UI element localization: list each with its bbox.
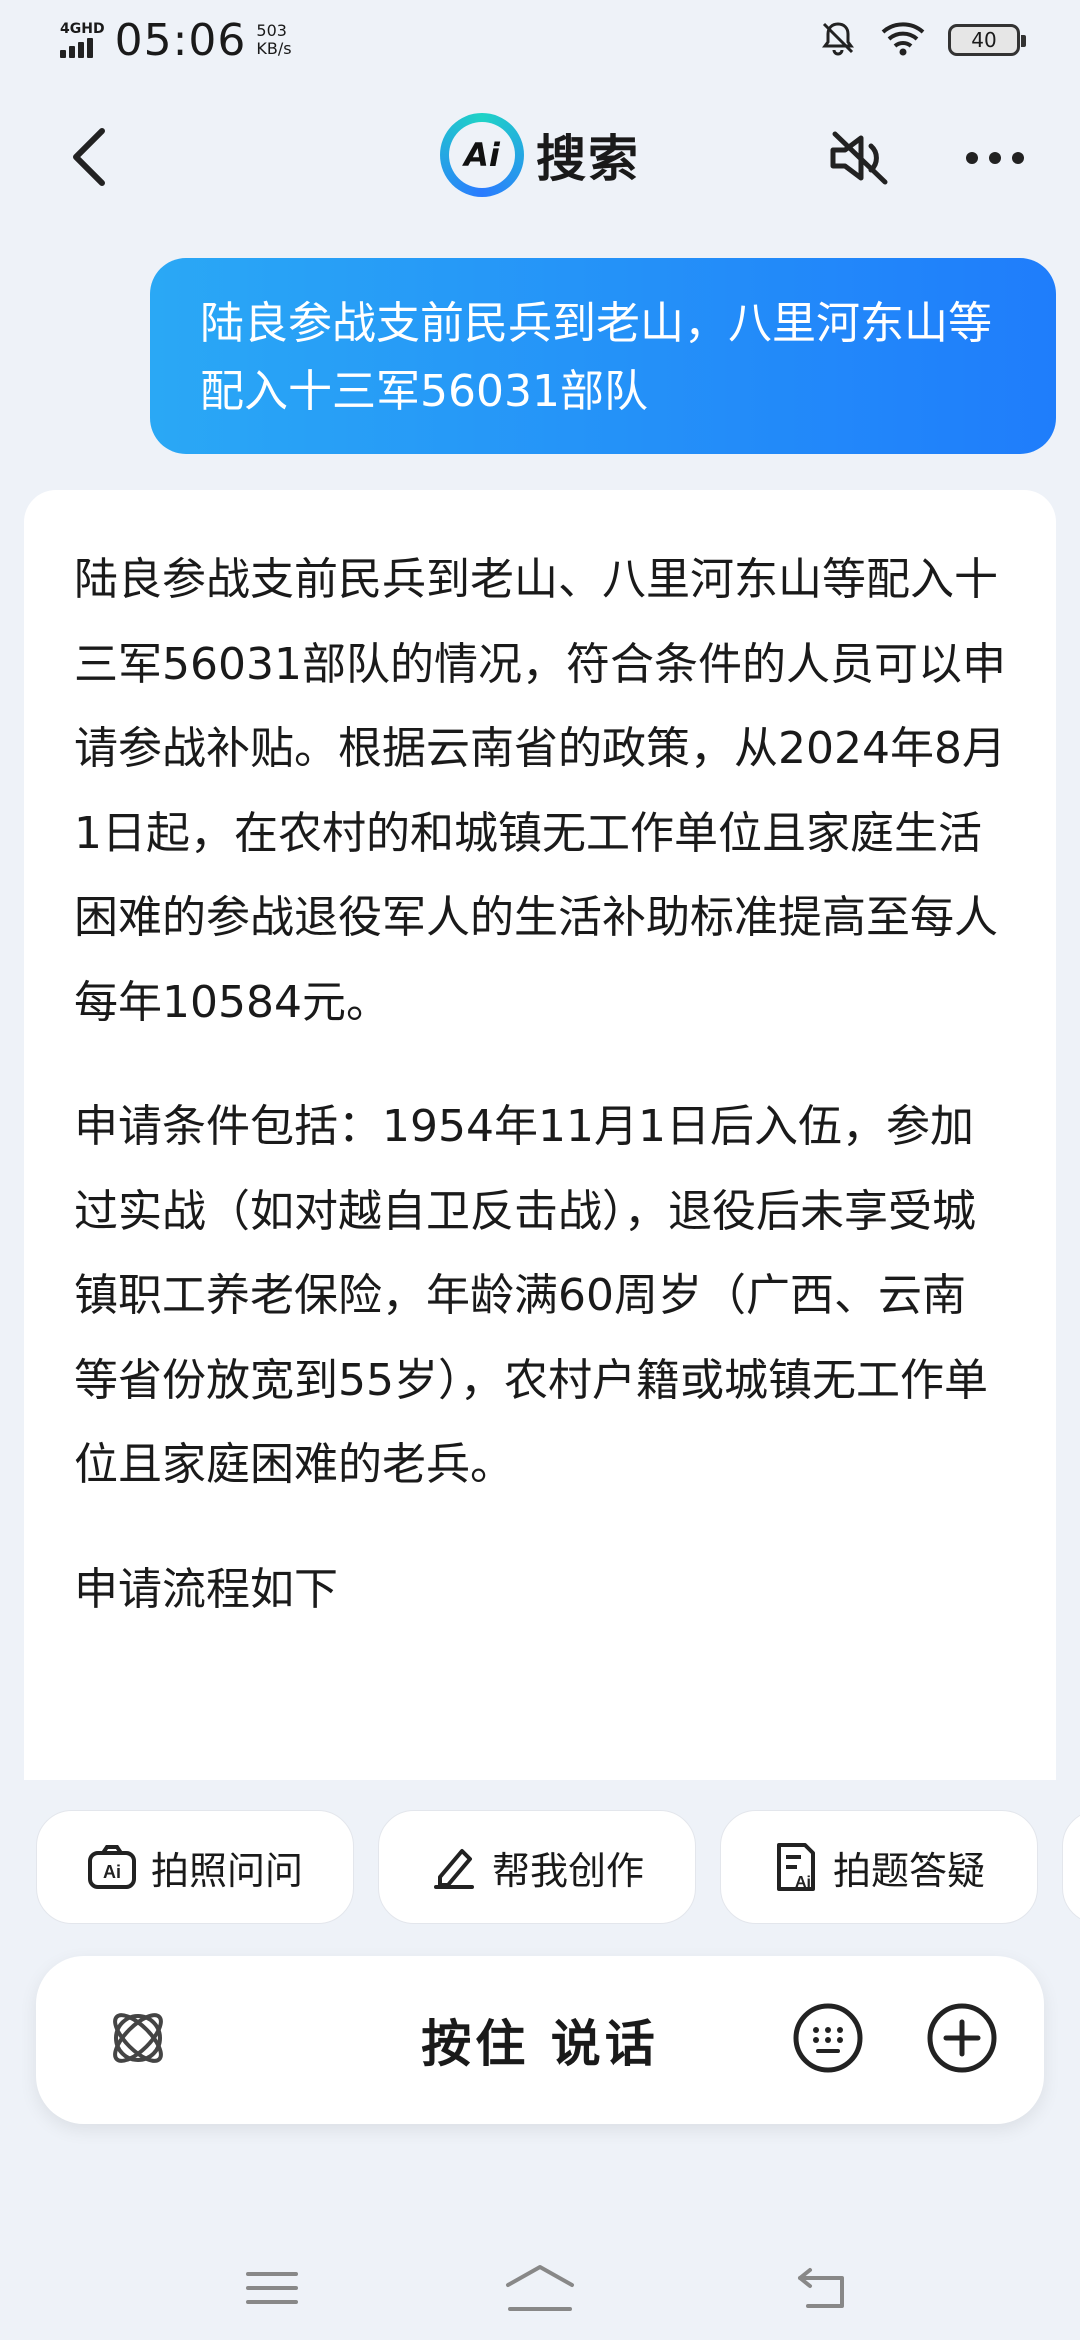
chip-photo-question[interactable]: Ai 拍题答疑	[720, 1810, 1038, 1924]
status-left: 4GHD 05:06 503 KB/s	[60, 15, 292, 66]
wifi-icon	[880, 18, 926, 62]
keyboard-icon	[793, 2003, 863, 2073]
camera-ai-icon: Ai	[87, 1845, 136, 1889]
home-icon	[506, 2265, 574, 2311]
hold-to-talk-button[interactable]: 按住 说话	[421, 2004, 658, 2076]
answer-paragraph: 申请流程如下	[74, 1563, 338, 1615]
input-bar: 按住 说话	[36, 1956, 1044, 2124]
chip-label: 拍题答疑	[832, 1848, 985, 1893]
chip-label: 帮我创作	[491, 1848, 644, 1893]
battery-level: 40	[971, 28, 997, 52]
battery-icon: 40	[948, 24, 1026, 56]
ai-logo-text: Ai	[449, 122, 515, 188]
back-arrow-icon	[798, 2268, 844, 2308]
speaker-mute-icon	[830, 131, 888, 185]
ai-logo-icon: Ai	[440, 113, 524, 197]
bell-off-icon	[818, 18, 858, 62]
nav-home-button[interactable]	[500, 2248, 580, 2328]
network-speed: 503 KB/s	[256, 22, 291, 58]
mute-button[interactable]	[825, 123, 895, 193]
answer-paragraph: 陆良参战支前民兵到老山、八里河东山等配入十三军56031部队的情况，符合条件的人…	[74, 554, 1006, 1028]
answer-text: 陆良参战支前民兵到老山、八里河东山等配入十三军56031部队的情况，符合条件的人…	[24, 490, 1056, 1632]
assistant-mode-button[interactable]	[96, 1996, 180, 2080]
brand: Ai 搜索	[440, 113, 640, 197]
status-bar: 4GHD 05:06 503 KB/s 40	[0, 0, 1080, 80]
nav-back-button[interactable]	[782, 2248, 862, 2328]
chip-label: 拍照问问	[150, 1848, 303, 1893]
chip-help-create[interactable]: 帮我创作	[378, 1810, 696, 1924]
status-right: 40	[818, 18, 1026, 62]
back-button[interactable]	[50, 117, 130, 197]
nav-menu-button[interactable]	[232, 2248, 312, 2328]
speed-value: 503	[256, 21, 287, 40]
svg-text:Ai: Ai	[795, 1874, 811, 1891]
document-ai-icon: Ai	[776, 1843, 815, 1891]
plus-circle-icon	[927, 2003, 997, 2073]
user-message-bubble: 陆良参战支前民兵到老山，八里河东山等配入十三军56031部队	[150, 258, 1056, 454]
add-button[interactable]	[922, 1998, 1002, 2078]
chip-overflow[interactable]	[1062, 1810, 1080, 1924]
svg-text:Ai: Ai	[103, 1862, 121, 1882]
chip-photo-ask[interactable]: Ai 拍照问问	[36, 1810, 354, 1924]
page-title: 搜索	[536, 130, 640, 188]
chevron-left-icon	[73, 128, 105, 186]
keyboard-button[interactable]	[788, 1998, 868, 2078]
menu-icon	[246, 2272, 298, 2304]
answer-card: 陆良参战支前民兵到老山、八里河东山等配入十三军56031部队的情况，符合条件的人…	[24, 490, 1056, 1780]
speed-unit: KB/s	[256, 39, 292, 58]
user-message-text: 陆良参战支前民兵到老山，八里河东山等配入十三军56031部队	[200, 298, 992, 417]
system-nav-bar	[0, 2230, 1080, 2340]
more-button[interactable]	[960, 123, 1030, 193]
cell-signal-icon: 4GHD	[60, 22, 105, 58]
atom-icon	[113, 2013, 163, 2063]
network-type: 4GHD	[60, 21, 105, 37]
suggestion-chips: Ai 拍照问问 帮我创作 Ai 拍题答疑	[0, 1810, 1080, 1928]
more-dots-icon	[966, 152, 1024, 164]
answer-paragraph: 申请条件包括：1954年11月1日后入伍，参加过实战（如对越自卫反击战），退役后…	[74, 1101, 988, 1490]
status-time: 05:06	[114, 14, 247, 66]
app-header: Ai 搜索	[0, 95, 1080, 215]
pen-icon	[433, 1849, 474, 1889]
